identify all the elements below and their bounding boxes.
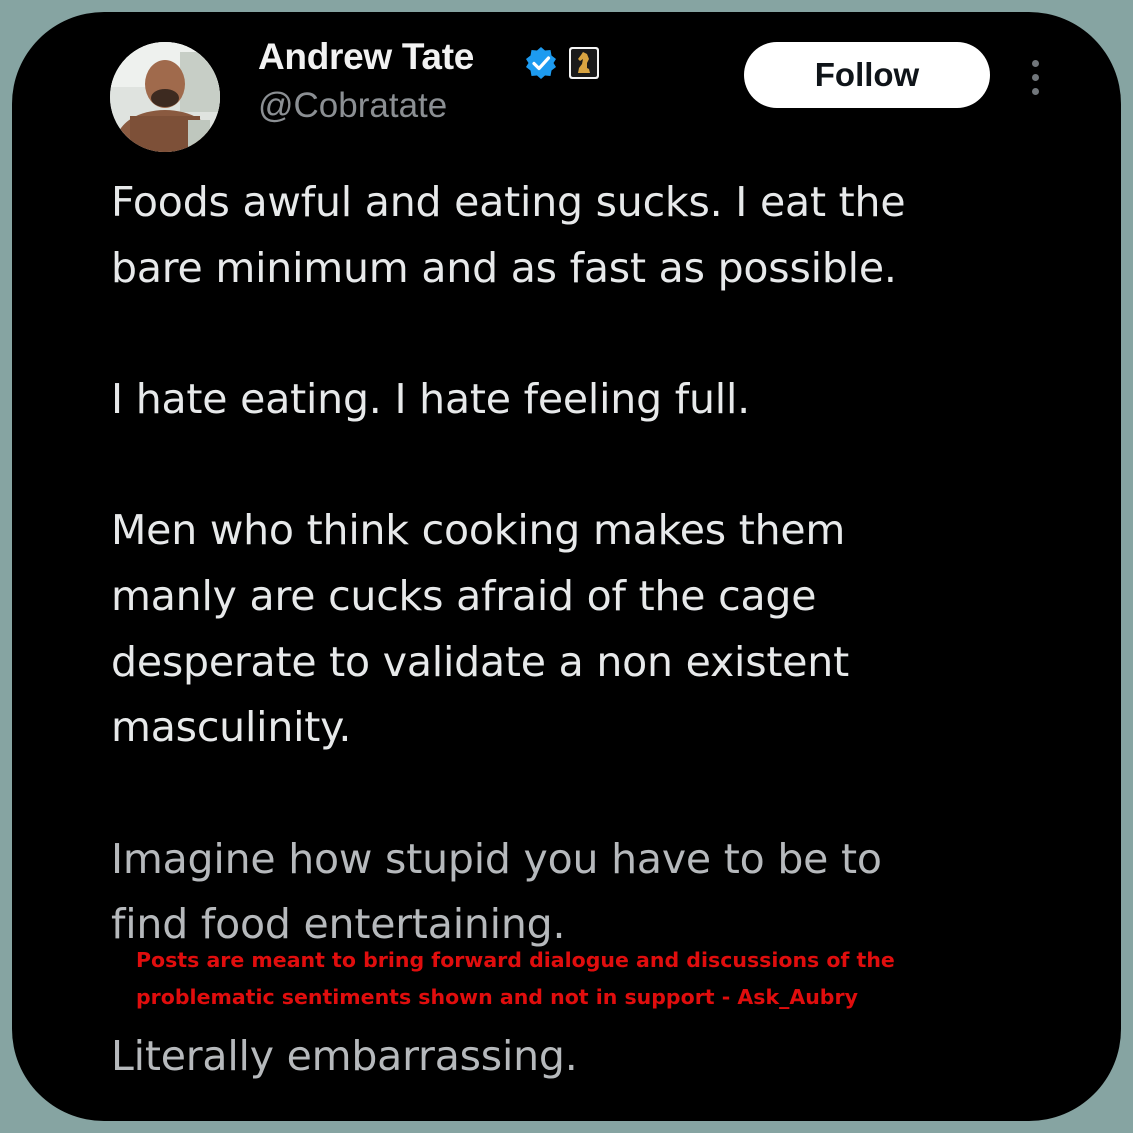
post-text-line: manly are cucks afraid of the cage [111, 572, 817, 620]
post-text-line: Men who think cooking makes them [111, 506, 846, 554]
display-name[interactable]: Andrew Tate [258, 36, 474, 78]
post-text-line: find food entertaining. [111, 900, 566, 948]
disclaimer-watermark: problematic sentiments shown and not in … [136, 985, 858, 1009]
more-options-icon[interactable] [1024, 56, 1048, 100]
avatar[interactable] [110, 42, 220, 152]
chess-knight-affiliate-icon[interactable] [568, 46, 600, 80]
post-text-line: masculinity. [111, 703, 352, 751]
post-text-line: Imagine how stupid you have to be to [111, 835, 882, 883]
follow-button[interactable]: Follow [744, 42, 990, 108]
post-text-line: Foods awful and eating sucks. I eat the [111, 178, 906, 226]
disclaimer-watermark: Posts are meant to bring forward dialogu… [136, 948, 895, 972]
avatar-photo [110, 42, 220, 152]
post-text-line: desperate to validate a non existent [111, 638, 849, 686]
post-text-line: Literally embarrassing. [111, 1032, 578, 1080]
post-card: Andrew Tate @Cobratate Follow Foods awfu… [12, 12, 1121, 1121]
post-text-line: bare minimum and as fast as possible. [111, 244, 897, 292]
post-text-line: I hate eating. I hate feeling full. [111, 375, 750, 423]
verified-badge-icon[interactable] [524, 46, 558, 80]
handle[interactable]: @Cobratate [258, 86, 447, 126]
